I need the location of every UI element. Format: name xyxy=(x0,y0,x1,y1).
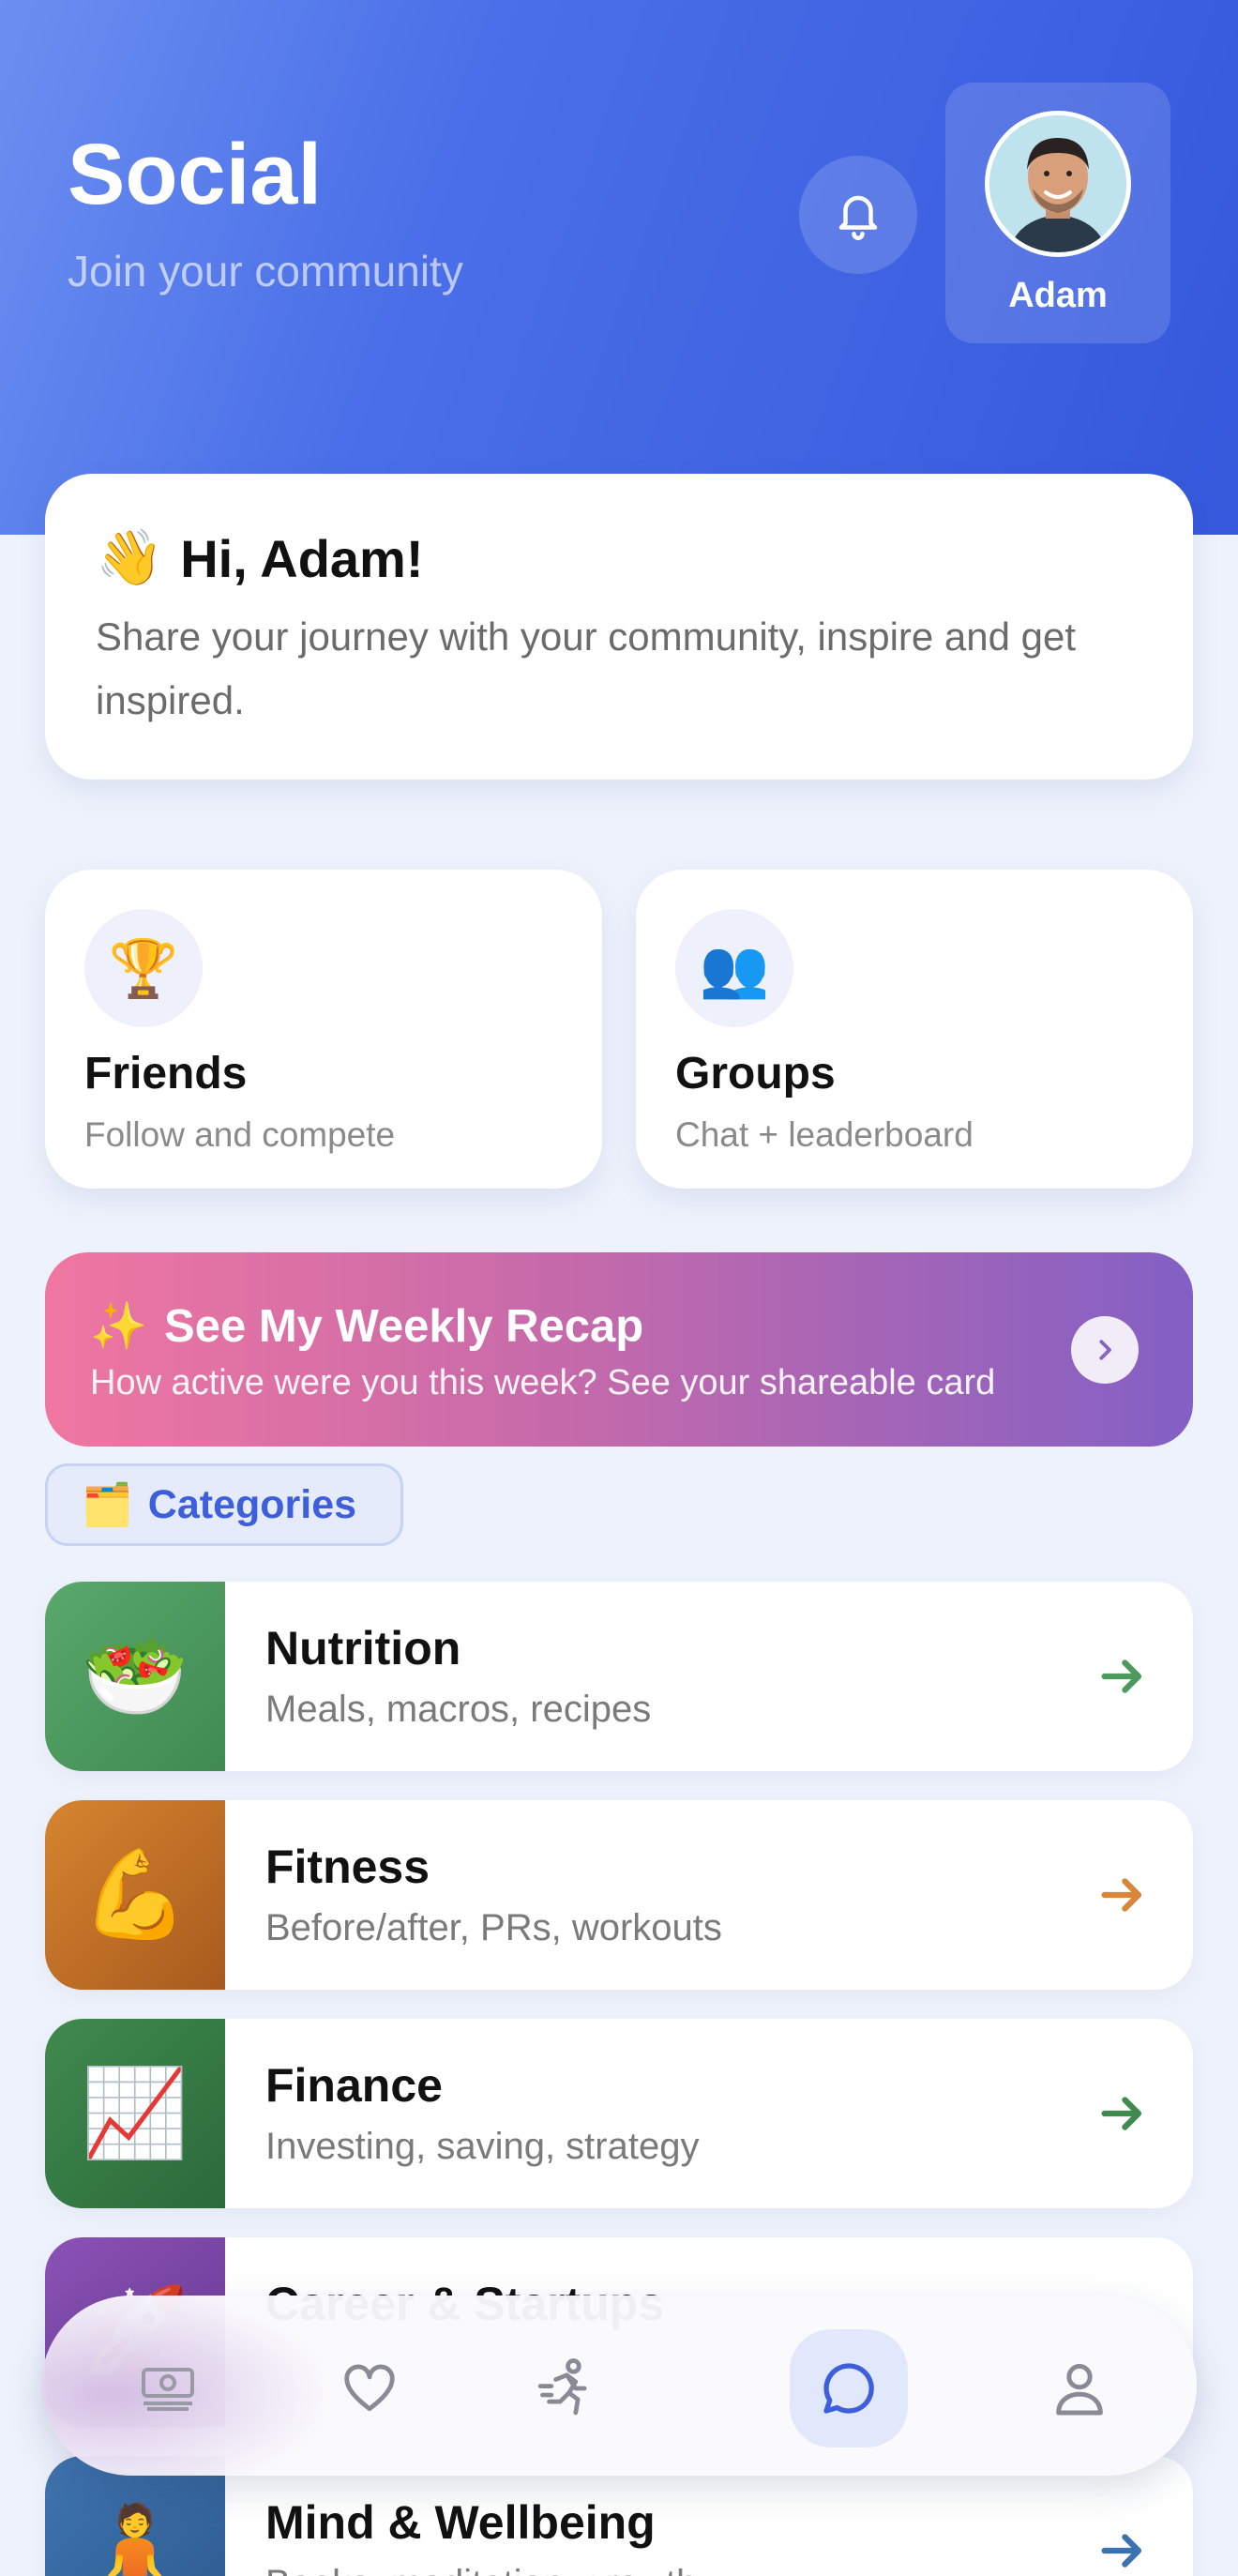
nav-profile[interactable] xyxy=(1020,2329,1139,2447)
categories-label: Categories xyxy=(147,1481,357,1527)
arrow-right-icon xyxy=(1101,1878,1142,1912)
money-icon xyxy=(142,2368,194,2411)
category-subtitle: Books, meditation, growth xyxy=(265,2563,697,2576)
salad-icon: 🥗 xyxy=(45,1582,225,1771)
groups-icon: 👥 xyxy=(675,909,793,1027)
category-nutrition[interactable]: 🥗 Nutrition Meals, macros, recipes xyxy=(45,1582,1193,1771)
nav-money[interactable] xyxy=(109,2329,227,2447)
running-icon xyxy=(537,2358,587,2416)
chat-icon xyxy=(823,2363,874,2414)
friends-title: Friends xyxy=(84,1049,248,1099)
category-finance[interactable]: 📈 Finance Investing, saving, strategy xyxy=(45,2019,1193,2208)
weekly-recap-banner[interactable]: ✨ See My Weekly Recap How active were yo… xyxy=(45,1252,1193,1447)
chevron-right-button[interactable] xyxy=(1071,1316,1139,1384)
groups-title: Groups xyxy=(675,1049,836,1099)
category-title: Nutrition xyxy=(265,1622,461,1674)
profile-icon xyxy=(1056,2363,1103,2416)
page-subtitle: Join your community xyxy=(68,247,463,295)
arrow-right-icon xyxy=(1101,2097,1142,2130)
notifications-button[interactable] xyxy=(799,156,917,274)
nav-social[interactable] xyxy=(790,2329,908,2447)
category-subtitle: Meals, macros, recipes xyxy=(265,1689,652,1730)
chevron-right-icon xyxy=(1099,1340,1111,1360)
avatar xyxy=(985,111,1131,257)
arrow-right-icon xyxy=(1101,1659,1142,1693)
category-title: Mind & Wellbeing xyxy=(265,2496,656,2549)
category-title: Finance xyxy=(265,2059,443,2112)
category-title: Fitness xyxy=(265,1841,430,1893)
profile-name: Adam xyxy=(1008,276,1108,315)
friends-card[interactable]: 🏆 Friends Follow and compete xyxy=(45,870,602,1189)
greeting-title: Hi, Adam! xyxy=(180,528,424,588)
profile-card[interactable]: Adam xyxy=(945,83,1170,343)
page-title: Social xyxy=(68,127,323,222)
groups-card[interactable]: 👥 Groups Chat + leaderboard xyxy=(636,870,1193,1189)
nav-favorites[interactable] xyxy=(310,2329,429,2447)
waving-hand-icon: 👋 xyxy=(96,527,164,588)
card-index-icon: 🗂️ xyxy=(82,1482,133,1528)
greeting-text: Share your journey with your community, … xyxy=(96,614,1077,722)
chart-increasing-icon: 📈 xyxy=(45,2019,225,2208)
category-subtitle: Investing, saving, strategy xyxy=(265,2126,700,2167)
recap-title: See My Weekly Recap xyxy=(164,1300,644,1352)
greeting-card: 👋 Hi, Adam! Share your journey with your… xyxy=(45,474,1193,780)
sparkles-icon: ✨ xyxy=(90,1301,148,1352)
friends-subtitle: Follow and compete xyxy=(84,1115,396,1154)
heart-icon xyxy=(344,2364,395,2412)
arrow-right-icon xyxy=(1101,2534,1142,2568)
nav-activity[interactable] xyxy=(506,2329,624,2447)
bottom-navigation xyxy=(41,2296,1197,2476)
trophy-icon: 🏆 xyxy=(84,909,203,1027)
header: Social Join your community Adam xyxy=(0,0,1238,535)
category-subtitle: Before/after, PRs, workouts xyxy=(265,1907,722,1948)
flexed-biceps-icon: 💪 xyxy=(45,1800,225,1990)
bell-icon xyxy=(838,195,878,240)
category-fitness[interactable]: 💪 Fitness Before/after, PRs, workouts xyxy=(45,1800,1193,1990)
categories-header: 🗂️ Categories xyxy=(45,1463,403,1546)
groups-subtitle: Chat + leaderboard xyxy=(675,1115,974,1154)
recap-subtitle: How active were you this week? See your … xyxy=(90,1363,996,1402)
